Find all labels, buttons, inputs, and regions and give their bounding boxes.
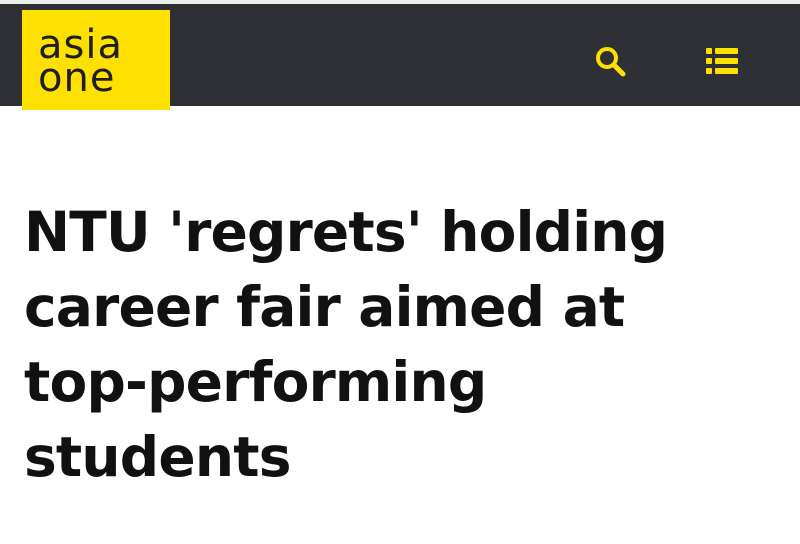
- search-button[interactable]: [590, 41, 630, 81]
- article-headline: NTU 'regrets' holding career fair aimed …: [24, 195, 784, 495]
- menu-icon: [706, 48, 738, 74]
- headline-line-4: students: [24, 425, 291, 489]
- headline-line-3: top-performing: [24, 350, 487, 414]
- headline-line-1: NTU 'regrets' holding: [24, 200, 668, 264]
- menu-button[interactable]: [702, 41, 742, 81]
- headline-line-2: career fair aimed at: [24, 275, 625, 339]
- logo-text-one: one: [38, 55, 116, 101]
- article-page: asia one NTU 'regrets' holding career fa…: [0, 0, 800, 544]
- search-icon: [596, 47, 626, 77]
- top-navigation-bar: asia one: [0, 0, 800, 110]
- site-logo[interactable]: asia one: [22, 10, 170, 110]
